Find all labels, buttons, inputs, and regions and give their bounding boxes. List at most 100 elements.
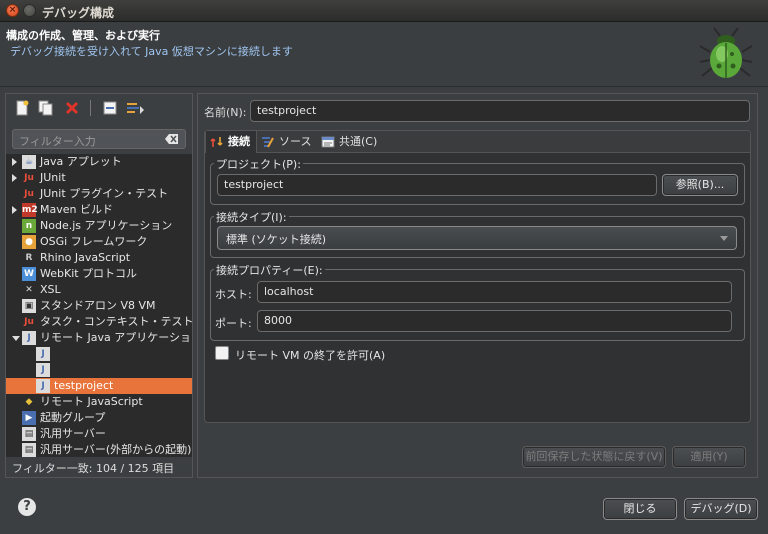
remote-java-icon: J: [22, 331, 36, 345]
task-context-icon: Ju: [24, 317, 34, 327]
dialog-header: 構成の作成、管理、および実行 デバッグ接続を受け入れて Java 仮想マシンに接…: [0, 22, 768, 87]
nodejs-icon: n: [22, 219, 36, 233]
connection-type-select[interactable]: 標準 (ソケット接続): [217, 226, 737, 250]
source-icon: [262, 137, 274, 148]
tree-item[interactable]: ◆ リモート JavaScript: [6, 394, 192, 410]
tree-item[interactable]: Ju JUnit: [6, 170, 192, 186]
delete-config-icon[interactable]: [64, 100, 80, 116]
connection-properties-group: 接続プロパティー(E): ホスト: localhost ポート: 8000: [210, 262, 745, 341]
debug-button[interactable]: デバッグ(D): [684, 498, 758, 520]
tab-connect-label: 接続: [228, 135, 250, 148]
project-group: プロジェクト(P): testproject 参照(B)...: [210, 156, 745, 205]
tree-item-label: スタンドアロン V8 VM: [40, 299, 156, 312]
chevron-right-icon[interactable]: [12, 174, 17, 182]
launch-config-list-pane: フィルター入力 ☕ Java アプレット Ju JUnit Ju JUnit プラグイン・…: [5, 93, 193, 478]
tree-item-label: 汎用サーバー(外部からの起動): [40, 443, 192, 456]
connection-type-group: 接続タイプ(I): 標準 (ソケット接続): [210, 209, 745, 258]
tree-item[interactable]: ● OSGi フレームワーク: [6, 234, 192, 250]
tree-item[interactable]: n Node.js アプリケーション: [6, 218, 192, 234]
tree-item-label: WebKit プロトコル: [40, 267, 138, 280]
browse-button[interactable]: 参照(B)...: [662, 174, 738, 196]
config-tabs: 接続 ソース 共通(C) プロジェクト(P): testproject 参照(B…: [204, 130, 751, 423]
tree-item[interactable]: J: [6, 346, 192, 362]
collapse-all-icon[interactable]: [102, 100, 118, 116]
rhino-icon: R: [25, 253, 33, 263]
v8-icon: ▣: [22, 299, 36, 313]
tree-item-label: Java アプレット: [40, 155, 122, 168]
chevron-down-icon: [720, 236, 728, 241]
title-bar: × デバッグ構成: [0, 0, 768, 22]
tree-item-label: Maven ビルド: [40, 203, 113, 216]
tab-source[interactable]: ソース: [259, 131, 319, 153]
tree-item-label: OSGi フレームワーク: [40, 235, 148, 248]
tree-item-label: タスク・コンテキスト・テスト: [40, 315, 192, 328]
port-input[interactable]: 8000: [257, 310, 732, 332]
name-label: 名前(N):: [204, 106, 247, 119]
filter-input[interactable]: フィルター入力: [12, 129, 186, 149]
tree-item[interactable]: Ju JUnit プラグイン・テスト: [6, 186, 192, 202]
junit-plugin-icon: Ju: [24, 189, 34, 199]
filter-match-status: フィルター一致: 104 / 125 項目: [12, 462, 175, 475]
tree-item-label: testproject: [54, 379, 114, 392]
allow-terminate-label: リモート VM の終了を許可(A): [235, 349, 386, 362]
java-applet-icon: ☕: [22, 155, 36, 169]
tab-bar: 接続 ソース 共通(C): [205, 131, 750, 153]
tree-item[interactable]: Jtestproject: [6, 378, 192, 394]
tree-item[interactable]: ✕ XSL: [6, 282, 192, 298]
tab-common[interactable]: 共通(C): [321, 131, 385, 153]
allow-terminate-checkbox[interactable]: [215, 346, 229, 360]
apply-button[interactable]: 適用(Y): [672, 446, 746, 468]
tree-item-label: リモート Java アプリケーション: [40, 331, 192, 344]
tree-item-label: リモート JavaScript: [40, 395, 143, 408]
tree-item-label: Rhino JavaScript: [40, 251, 131, 264]
chevron-down-icon[interactable]: [12, 336, 20, 341]
tree-item[interactable]: Ju タスク・コンテキスト・テスト: [6, 314, 192, 330]
toolbar-separator: [90, 100, 91, 116]
tab-source-label: ソース: [279, 135, 312, 148]
project-input[interactable]: testproject: [217, 174, 657, 196]
tree-item-label: 起動グループ: [40, 411, 106, 424]
tree-item-label: 汎用サーバー: [40, 427, 106, 440]
connection-type-group-label: 接続タイプ(I):: [214, 209, 289, 225]
tree-item[interactable]: ☕ Java アプレット: [6, 154, 192, 170]
host-label: ホスト:: [215, 288, 252, 301]
remote-java-config-icon: J: [36, 379, 50, 393]
tree-item[interactable]: ▶ 起動グループ: [6, 410, 192, 426]
tree-item[interactable]: ▤ 汎用サーバー(外部からの起動): [6, 442, 192, 457]
tree-item[interactable]: J リモート Java アプリケーション: [6, 330, 192, 346]
connection-type-value: 標準 (ソケット接続): [226, 233, 327, 246]
help-icon[interactable]: ?: [18, 498, 36, 516]
chevron-right-icon[interactable]: [12, 206, 17, 214]
webkit-icon: W: [22, 267, 36, 281]
common-icon: [321, 136, 335, 148]
revert-button[interactable]: 前回保存した状態に戻す(V): [522, 446, 666, 468]
tree-item[interactable]: W WebKit プロトコル: [6, 266, 192, 282]
launch-config-tree[interactable]: ☕ Java アプレット Ju JUnit Ju JUnit プラグイン・テスト m2 Mav…: [6, 154, 192, 457]
config-name-input[interactable]: testproject: [250, 100, 750, 122]
tree-item[interactable]: m2 Maven ビルド: [6, 202, 192, 218]
window-close-icon[interactable]: ×: [6, 4, 19, 17]
window-minimize-icon[interactable]: [23, 4, 36, 17]
remote-javascript-icon: ◆: [25, 397, 33, 407]
tab-connect[interactable]: 接続: [205, 131, 257, 153]
tree-item[interactable]: ▤ 汎用サーバー: [6, 426, 192, 442]
tree-item-label: JUnit プラグイン・テスト: [40, 187, 169, 200]
new-config-icon[interactable]: [14, 100, 30, 116]
tree-item[interactable]: R Rhino JavaScript: [6, 250, 192, 266]
osgi-icon: ●: [22, 235, 36, 249]
maven-icon: m2: [22, 203, 38, 217]
port-label: ポート:: [215, 317, 252, 330]
filter-config-icon[interactable]: [126, 100, 146, 116]
tree-item[interactable]: ▣ スタンドアロン V8 VM: [6, 298, 192, 314]
debug-bug-icon: [699, 27, 753, 78]
tree-item[interactable]: J: [6, 362, 192, 378]
launch-group-icon: ▶: [22, 411, 36, 425]
tree-item-label: JUnit: [40, 171, 66, 184]
host-input[interactable]: localhost: [257, 281, 732, 303]
remote-java-config-icon: J: [36, 363, 50, 377]
config-toolbar: [6, 94, 192, 122]
chevron-right-icon[interactable]: [12, 158, 17, 166]
duplicate-config-icon[interactable]: [38, 100, 54, 116]
clear-filter-icon[interactable]: [165, 133, 179, 145]
close-button[interactable]: 閉じる: [603, 498, 677, 520]
